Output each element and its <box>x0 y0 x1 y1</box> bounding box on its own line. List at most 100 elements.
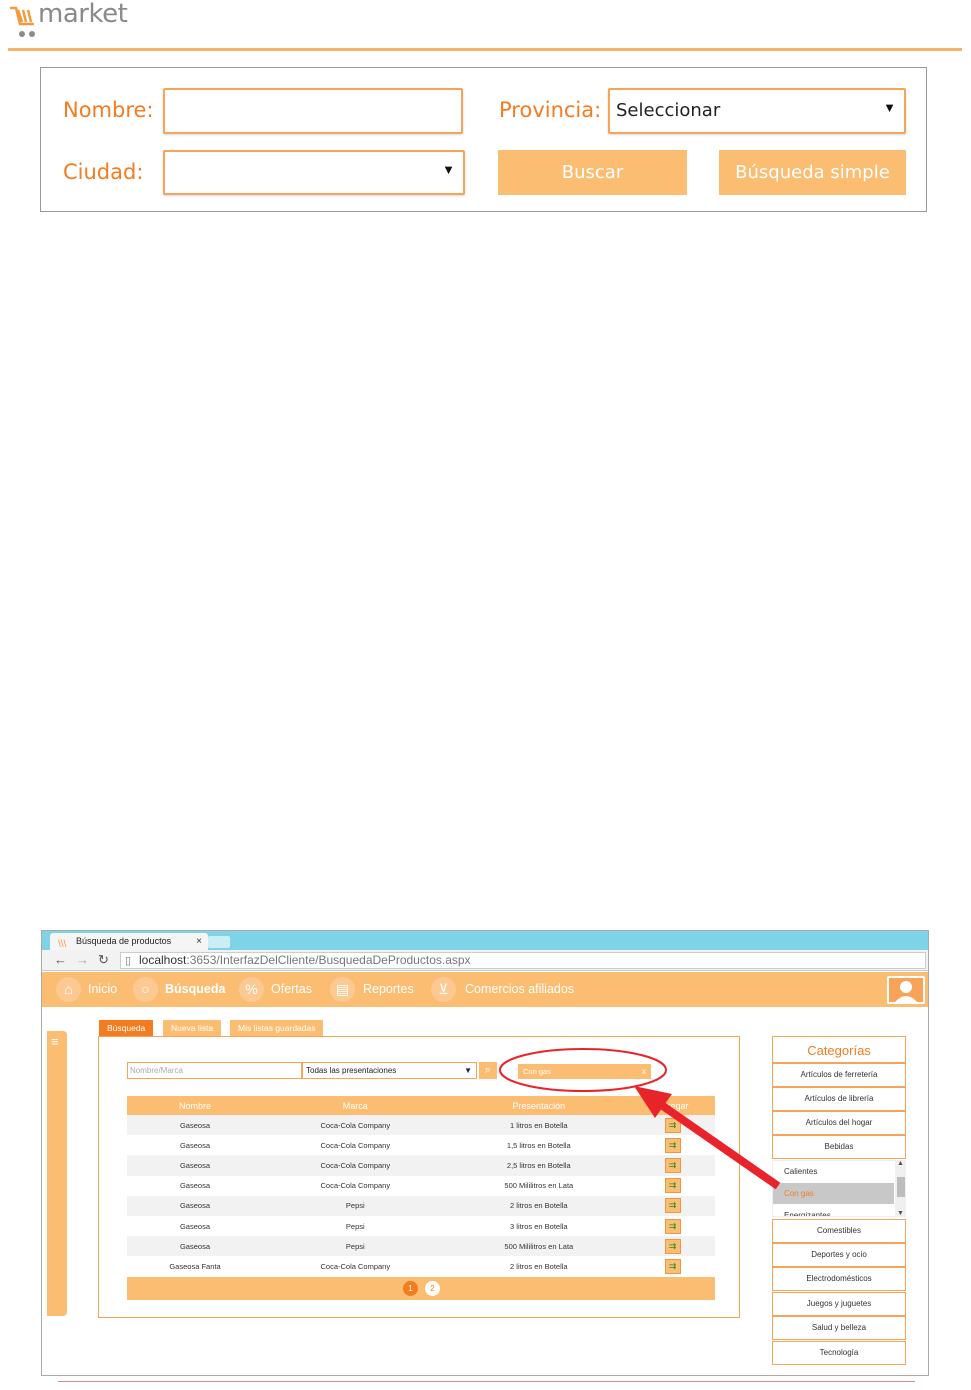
browser-screenshot: \\\ Búsqueda de productos × ← → ↻ localh… <box>41 930 929 1376</box>
dropdown-arrow-icon: ▼ <box>464 1066 472 1075</box>
table-row: Gaseosa Pepsi 2 litros en Botella ⇉ <box>127 1195 715 1216</box>
cell-presentacion: 3 litros en Botella <box>510 1221 568 1231</box>
cell-agregar: ⇉ <box>630 1155 715 1176</box>
table-row: Gaseosa Pepsi 500 Mililitros en Lata ⇉ <box>127 1236 715 1257</box>
nav-inicio[interactable]: Inicio <box>88 972 117 1007</box>
cell-marca: Coca-Cola Company <box>320 1181 391 1191</box>
category-bebidas[interactable]: Bebidas <box>772 1135 906 1159</box>
add-to-list-icon[interactable]: ⇉ <box>664 1258 681 1274</box>
pagination: 1 2 <box>127 1277 715 1300</box>
address-bar: ← → ↻ localhost:3653/InterfazDelCliente/… <box>42 950 928 971</box>
table-row: Gaseosa Pepsi 3 litros en Botella ⇉ <box>127 1216 715 1236</box>
cell-presentacion: 2 litros en Botella <box>510 1261 568 1271</box>
browser-tab[interactable]: \\\ Búsqueda de productos × <box>50 933 208 950</box>
add-to-list-icon[interactable]: ⇉ <box>664 1218 681 1234</box>
search-icon[interactable]: ○ <box>133 977 158 1002</box>
header-divider <box>8 48 962 51</box>
category-tecnologia[interactable]: Tecnología <box>772 1341 906 1365</box>
cell-nombre: Gaseosa <box>127 1155 263 1176</box>
url-path: :3653/InterfazDelCliente/BusquedaDeProdu… <box>186 953 471 967</box>
app-navbar: ⌂ Inicio ○ Búsqueda % Ofertas ▤ Reportes… <box>42 972 928 1007</box>
cell-presentacion: 1 litros en Botella <box>447 1115 631 1136</box>
add-to-list-icon[interactable]: ⇉ <box>664 1117 681 1133</box>
close-tab-icon[interactable]: × <box>196 933 202 950</box>
nav-busqueda[interactable]: Búsqueda <box>165 972 225 1007</box>
cell-nombre: Gaseosa <box>127 1115 263 1136</box>
nav-comercios[interactable]: Comercios afiliados <box>465 972 574 1007</box>
add-to-list-icon[interactable]: ⇉ <box>664 1198 681 1214</box>
col-nombre: Nombre <box>127 1096 263 1115</box>
category-libreria[interactable]: Artículos de librería <box>772 1087 906 1111</box>
sidebar-toggle[interactable]: ≡ <box>47 1031 67 1316</box>
footer-divider <box>58 1381 915 1382</box>
tab-mis-listas[interactable]: Mis listas guardadas <box>230 1020 324 1036</box>
product-table: Nombre Marca Presentación Agregar Gaseos… <box>127 1096 715 1277</box>
cell-agregar: ⇉ <box>630 1135 715 1155</box>
logo-text: market <box>38 0 128 29</box>
subcategory-energizantes[interactable]: Energizantes <box>773 1205 894 1216</box>
magnifier-icon: ⌕ <box>484 1064 492 1076</box>
category-salud[interactable]: Salud y belleza <box>772 1316 906 1340</box>
nav-reportes[interactable]: Reportes <box>363 972 414 1007</box>
user-avatar-button[interactable] <box>887 976 925 1004</box>
category-electrodomesticos[interactable]: Electrodomésticos <box>772 1267 906 1291</box>
nav-ofertas[interactable]: Ofertas <box>271 972 312 1007</box>
scroll-thumb[interactable] <box>897 1177 905 1197</box>
categories-title: Categorías <box>772 1036 906 1063</box>
search-button[interactable]: ⌕ <box>479 1062 497 1079</box>
table-header-row: Nombre Marca Presentación Agregar <box>127 1096 715 1115</box>
cart-logo-icon <box>10 6 35 37</box>
reload-icon[interactable]: ↻ <box>98 952 109 968</box>
forward-arrow-icon[interactable]: → <box>76 952 89 967</box>
category-ferreteria[interactable]: Artículos de ferretería <box>772 1063 906 1087</box>
back-arrow-icon[interactable]: ← <box>54 952 67 967</box>
category-comestibles[interactable]: Comestibles <box>772 1219 906 1243</box>
remove-filter-icon[interactable]: x <box>642 1064 646 1079</box>
presentation-select-value: Todas las presentaciones <box>306 1066 397 1075</box>
category-hogar[interactable]: Artículos del hogar <box>772 1111 906 1135</box>
ciudad-label: Ciudad: <box>63 160 144 184</box>
subcategory-calientes[interactable]: Calientes <box>773 1161 894 1182</box>
cell-agregar: ⇉ <box>630 1115 715 1136</box>
logo: market <box>8 0 168 42</box>
scroll-up-icon[interactable]: ▲ <box>897 1160 904 1167</box>
percent-icon[interactable]: % <box>239 977 264 1002</box>
advanced-search-form: Nombre: Provincia: Seleccionar ▼ Ciudad:… <box>40 67 927 212</box>
category-deportes[interactable]: Deportes y ocio <box>772 1243 906 1267</box>
cell-nombre: Gaseosa <box>179 1181 210 1191</box>
add-to-list-icon[interactable]: ⇉ <box>664 1178 681 1194</box>
cell-nombre: Gaseosa <box>127 1195 263 1216</box>
buscar-button[interactable]: Buscar <box>498 150 687 195</box>
clipboard-icon[interactable]: ▤ <box>330 977 355 1002</box>
cell-marca: Coca-Cola Company <box>262 1115 448 1136</box>
tab-nueva-lista[interactable]: Nueva lista <box>163 1020 222 1036</box>
table-row: Gaseosa Coca-Cola Company 2,5 litros en Bo… <box>127 1155 715 1176</box>
ciudad-select[interactable]: ▼ <box>163 150 465 195</box>
page-2-button[interactable]: 2 <box>425 1281 440 1296</box>
home-icon[interactable]: ⌂ <box>56 977 81 1002</box>
subcategory-con-gas[interactable]: Con gas <box>773 1183 894 1204</box>
cell-presentacion: 2 litros en Botella <box>447 1195 631 1216</box>
nombre-input[interactable] <box>163 88 463 134</box>
add-to-list-icon[interactable]: ⇉ <box>664 1157 681 1173</box>
cart-icon[interactable]: ⊻ <box>431 977 456 1002</box>
cell-nombre: Gaseosa <box>127 1236 263 1257</box>
category-juegos[interactable]: Juegos y juguetes <box>772 1292 906 1316</box>
cell-presentacion: 2,5 litros en Botella <box>447 1155 631 1176</box>
dropdown-arrow-icon: ▼ <box>883 100 896 115</box>
new-tab-button[interactable] <box>208 936 230 948</box>
nombre-label: Nombre: <box>63 98 154 122</box>
add-to-list-icon[interactable]: ⇉ <box>664 1238 681 1254</box>
cell-marca: Pepsi <box>262 1195 448 1216</box>
product-search-input[interactable]: Nombre/Marca <box>127 1062 302 1079</box>
cell-presentacion: 500 Mililitros en Lata <box>447 1236 631 1257</box>
scroll-down-icon[interactable]: ▼ <box>897 1210 904 1217</box>
provincia-select[interactable]: Seleccionar ▼ <box>608 88 906 134</box>
col-agregar: Agregar <box>630 1096 715 1115</box>
presentation-select[interactable]: Todas las presentaciones ▼ <box>302 1062 477 1079</box>
tab-busqueda[interactable]: Búsqueda <box>99 1020 154 1036</box>
url-field[interactable]: localhost:3653/InterfazDelCliente/Busque… <box>120 952 926 969</box>
add-to-list-icon[interactable]: ⇉ <box>664 1137 681 1153</box>
page-1-button[interactable]: 1 <box>403 1281 418 1296</box>
busqueda-simple-button[interactable]: Búsqueda simple <box>719 150 906 195</box>
